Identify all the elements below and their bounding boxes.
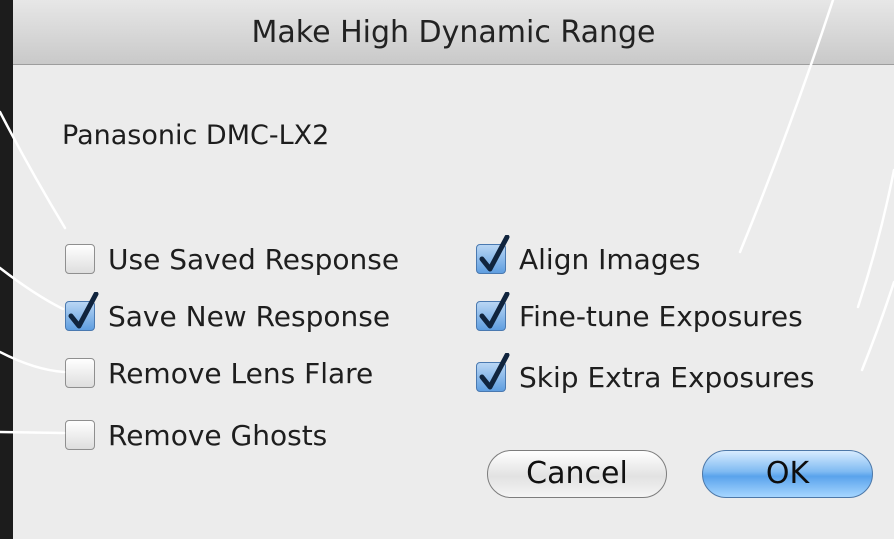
use-saved-response-label: Use Saved Response: [108, 242, 400, 276]
checkmark-icon: [68, 292, 99, 329]
align-images-checkbox[interactable]: [476, 235, 510, 274]
checkmark-icon: [479, 292, 510, 329]
remove-lens-flare-label: Remove Lens Flare: [108, 356, 374, 390]
fine-tune-exposures-checkbox[interactable]: [476, 292, 510, 331]
checkmark-icon: [479, 235, 510, 272]
fine-tune-exposures-label: Fine-tune Exposures: [519, 299, 803, 333]
skip-extra-exposures-checkbox[interactable]: [476, 353, 510, 392]
remove-ghosts-option[interactable]: Remove Ghosts: [65, 415, 327, 455]
dialog-title: Make High Dynamic Range: [251, 15, 656, 50]
use-saved-response-checkbox[interactable]: [65, 244, 95, 274]
checkmark-icon: [479, 353, 510, 390]
remove-lens-flare-checkbox[interactable]: [65, 358, 95, 388]
remove-ghosts-checkbox[interactable]: [65, 420, 95, 450]
ok-button[interactable]: OK: [702, 450, 873, 498]
remove-ghosts-label: Remove Ghosts: [108, 418, 328, 452]
skip-extra-exposures-label: Skip Extra Exposures: [519, 360, 815, 394]
align-images-label: Align Images: [519, 242, 701, 276]
dialog-titlebar: Make High Dynamic Range: [13, 0, 894, 65]
save-new-response-label: Save New Response: [108, 299, 391, 333]
remove-lens-flare-option[interactable]: Remove Lens Flare: [65, 353, 373, 393]
hdr-dialog: Make High Dynamic Range Panasonic DMC-LX…: [13, 0, 894, 539]
align-images-option[interactable]: Align Images: [476, 235, 701, 279]
camera-model-label: Panasonic DMC-LX2: [62, 120, 330, 151]
save-new-response-checkbox[interactable]: [65, 292, 99, 331]
fine-tune-exposures-option[interactable]: Fine-tune Exposures: [476, 292, 803, 336]
cancel-button[interactable]: Cancel: [487, 450, 667, 498]
use-saved-response-option[interactable]: Use Saved Response: [65, 239, 399, 279]
screenshot-stage: Make High Dynamic Range Panasonic DMC-LX…: [0, 0, 894, 539]
save-new-response-option[interactable]: Save New Response: [65, 292, 391, 336]
skip-extra-exposures-option[interactable]: Skip Extra Exposures: [476, 353, 815, 397]
